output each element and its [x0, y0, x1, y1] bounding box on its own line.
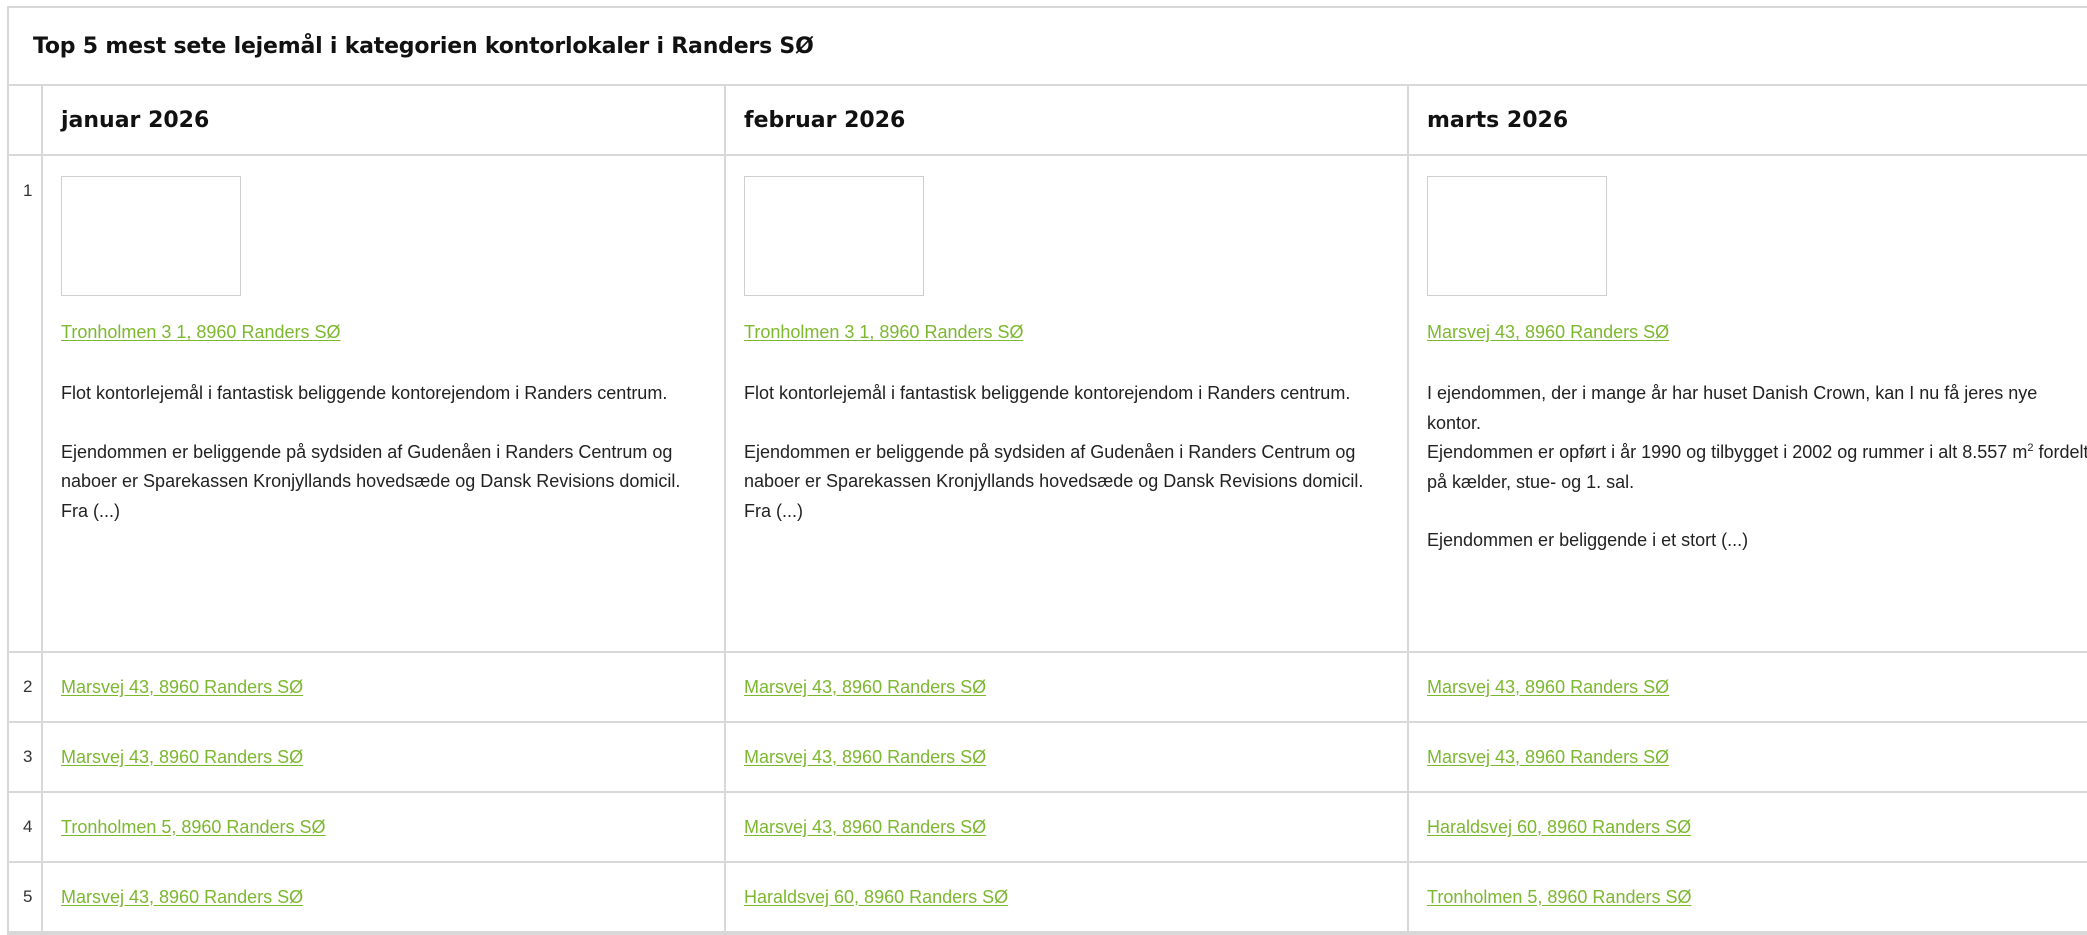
top5-table: januar 2026 februar 2026 marts 2026 1 Tr…: [9, 86, 2087, 933]
table-header-row: januar 2026 februar 2026 marts 2026: [9, 86, 2087, 156]
listing-thumbnail[interactable]: [744, 176, 924, 296]
listing-address-link[interactable]: Tronholmen 5, 8960 Randers SØ: [61, 817, 325, 837]
listing-address-link[interactable]: Marsvej 43, 8960 Randers SØ: [1427, 677, 1669, 697]
column-header-mar: marts 2026: [1407, 86, 2087, 156]
description-paragraph: Flot kontorlejemål i fantastisk beliggen…: [744, 383, 1351, 403]
listing-address-link[interactable]: Tronholmen 5, 8960 Randers SØ: [1427, 887, 1691, 907]
column-header-feb: februar 2026: [724, 86, 1409, 156]
table-cell: Marsvej 43, 8960 Randers SØ: [41, 721, 726, 793]
listing-address-link[interactable]: Marsvej 43, 8960 Randers SØ: [744, 677, 986, 697]
table-cell: Marsvej 43, 8960 Randers SØ: [724, 791, 1409, 863]
table-cell: Marsvej 43, 8960 Randers SØ: [41, 861, 726, 933]
description-text: Ejendommen er beliggende på sydsiden af …: [61, 441, 681, 492]
listing-address-link[interactable]: Tronholmen 3 1, 8960 Randers SØ: [744, 322, 1024, 342]
panel-title: Top 5 mest sete lejemål i kategorien kon…: [33, 33, 814, 59]
table-row: 5 Marsvej 43, 8960 Randers SØ Haraldsvej…: [9, 861, 2087, 933]
listing-card: Marsvej 43, 8960 Randers SØ I ejendommen…: [1407, 155, 2087, 653]
table-row: 1 Tronholmen 3 1, 8960 Randers SØ Flot k…: [9, 155, 2087, 653]
table-cell: Haraldsvej 60, 8960 Randers SØ: [724, 861, 1409, 933]
listing-address-link[interactable]: Haraldsvej 60, 8960 Randers SØ: [1427, 817, 1691, 837]
listing-card: Tronholmen 3 1, 8960 Randers SØ Flot kon…: [41, 155, 726, 653]
table-cell: Marsvej 43, 8960 Randers SØ: [1407, 651, 2087, 723]
table-cell: Marsvej 43, 8960 Randers SØ: [724, 721, 1409, 793]
listing-thumbnail[interactable]: [1427, 176, 1607, 296]
description-text: Ejendommen er beliggende på sydsiden af …: [744, 441, 1364, 492]
listing-description: I ejendommen, der i mange år har huset D…: [1427, 379, 2087, 556]
listing-address-link[interactable]: Tronholmen 3 1, 8960 Randers SØ: [61, 322, 341, 342]
listing-address-link[interactable]: Marsvej 43, 8960 Randers SØ: [744, 817, 986, 837]
description-paragraph: Ejendommen er beliggende på sydsiden af …: [61, 438, 706, 527]
column-header-jan: januar 2026: [41, 86, 726, 156]
table-cell: Tronholmen 5, 8960 Randers SØ: [41, 791, 726, 863]
description-paragraph: Flot kontorlejemål i fantastisk beliggen…: [61, 383, 668, 403]
description-more: Fra (...): [744, 500, 803, 521]
panel-header: Top 5 mest sete lejemål i kategorien kon…: [9, 8, 2087, 86]
description-text: I ejendommen, der i mange år har huset D…: [1427, 383, 2038, 433]
rank-number: 3: [9, 721, 43, 793]
table-cell: Haraldsvej 60, 8960 Randers SØ: [1407, 791, 2087, 863]
table-cell: Marsvej 43, 8960 Randers SØ: [724, 651, 1409, 723]
rank-header: [9, 86, 43, 156]
listing-card: Tronholmen 3 1, 8960 Randers SØ Flot kon…: [724, 155, 1409, 653]
table-row: 2 Marsvej 43, 8960 Randers SØ Marsvej 43…: [9, 651, 2087, 723]
listing-address-link[interactable]: Marsvej 43, 8960 Randers SØ: [1427, 322, 1669, 342]
listing-address-link[interactable]: Haraldsvej 60, 8960 Randers SØ: [744, 887, 1008, 907]
listing-address-link[interactable]: Marsvej 43, 8960 Randers SØ: [744, 747, 986, 767]
table-cell: Tronholmen 5, 8960 Randers SØ: [1407, 861, 2087, 933]
description-text: Ejendommen er opført i år 1990 og tilbyg…: [1427, 442, 2028, 462]
listing-address-link[interactable]: Marsvej 43, 8960 Randers SØ: [61, 887, 303, 907]
table-row: 4 Tronholmen 5, 8960 Randers SØ Marsvej …: [9, 791, 2087, 863]
table-cell: Marsvej 43, 8960 Randers SØ: [41, 651, 726, 723]
top5-panel: Top 5 mest sete lejemål i kategorien kon…: [7, 6, 2087, 935]
rank-number: 5: [9, 861, 43, 933]
listing-address-link[interactable]: Marsvej 43, 8960 Randers SØ: [1427, 747, 1669, 767]
description-paragraph: Ejendommen er beliggende på sydsiden af …: [744, 438, 1389, 527]
listing-thumbnail[interactable]: [61, 176, 241, 296]
rank-number: 4: [9, 791, 43, 863]
listing-address-link[interactable]: Marsvej 43, 8960 Randers SØ: [61, 677, 303, 697]
table-row: 3 Marsvej 43, 8960 Randers SØ Marsvej 43…: [9, 721, 2087, 793]
description-paragraph: Ejendommen er beliggende i et stort (...…: [1427, 530, 1749, 550]
listing-description: Flot kontorlejemål i fantastisk beliggen…: [61, 379, 706, 526]
listing-address-link[interactable]: Marsvej 43, 8960 Randers SØ: [61, 747, 303, 767]
rank-number: 1: [9, 155, 43, 653]
table-cell: Marsvej 43, 8960 Randers SØ: [1407, 721, 2087, 793]
rank-number: 2: [9, 651, 43, 723]
description-paragraph: I ejendommen, der i mange år har huset D…: [1427, 379, 2087, 497]
listing-description: Flot kontorlejemål i fantastisk beliggen…: [744, 379, 1389, 526]
description-more: Fra (...): [61, 500, 120, 521]
